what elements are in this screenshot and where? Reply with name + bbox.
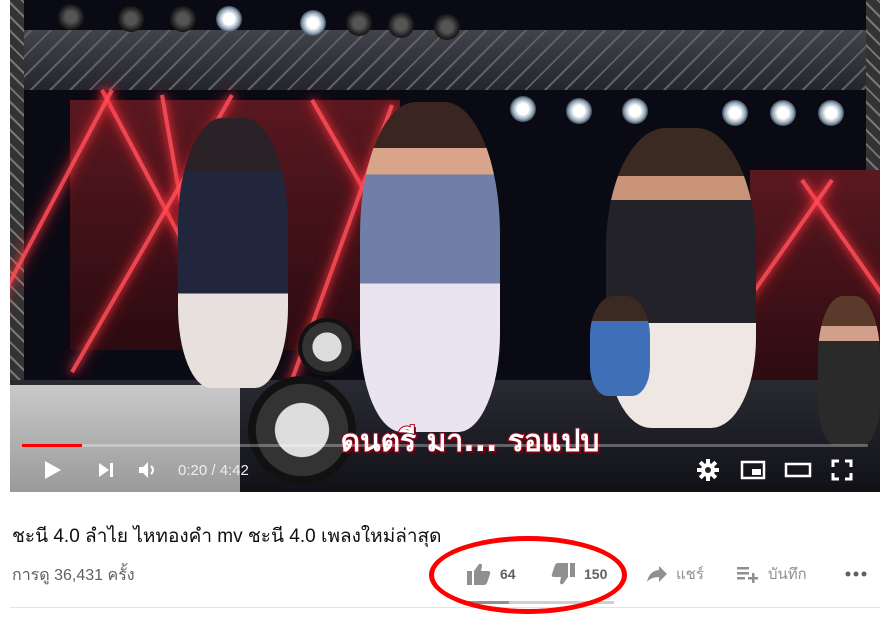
thumbs-down-icon xyxy=(551,563,575,585)
play-button[interactable] xyxy=(40,458,64,482)
mute-button[interactable] xyxy=(136,458,160,482)
share-button[interactable]: แชร์ xyxy=(646,562,704,586)
settings-button[interactable] xyxy=(696,458,720,482)
save-label: บันทึก xyxy=(768,566,807,583)
add-to-playlist-icon xyxy=(737,567,758,583)
theater-icon xyxy=(784,462,812,478)
dislike-button[interactable]: 150 xyxy=(550,562,607,586)
miniplayer-icon xyxy=(740,460,766,480)
play-icon xyxy=(45,461,61,479)
fullscreen-button[interactable] xyxy=(830,458,854,482)
next-button[interactable] xyxy=(94,458,118,482)
like-count: 64 xyxy=(500,566,516,582)
theater-mode-button[interactable] xyxy=(784,458,812,482)
sentiment-bar xyxy=(464,601,614,604)
player-controls: 0:20 / 4:42 xyxy=(10,450,880,492)
thumbs-up-icon xyxy=(467,563,491,585)
video-player[interactable]: ดนตรี มา... รอแปบ 0:20 / 4:42 xyxy=(10,0,880,492)
volume-icon xyxy=(139,462,154,478)
more-horizontal-icon xyxy=(845,571,867,577)
video-title: ชะนี 4.0 ลำไย ไหทองคำ mv ชะนี 4.0 เพลงให… xyxy=(12,526,442,547)
miniplayer-button[interactable] xyxy=(740,458,766,482)
save-button[interactable]: บันทึก xyxy=(736,562,807,586)
time-display: 0:20 / 4:42 xyxy=(178,462,249,479)
sentiment-like-portion xyxy=(464,601,509,604)
view-count: การดู 36,431 ครั้ง xyxy=(12,567,135,584)
divider xyxy=(10,607,880,608)
progress-played xyxy=(22,444,83,447)
dislike-count: 150 xyxy=(584,566,608,582)
fullscreen-icon xyxy=(831,459,853,481)
like-button[interactable]: 64 xyxy=(466,562,516,586)
video-frame: ดนตรี มา... รอแปบ xyxy=(10,0,880,492)
more-actions-button[interactable] xyxy=(844,566,868,582)
share-label: แชร์ xyxy=(676,566,704,583)
progress-bar[interactable] xyxy=(22,444,868,447)
settings-icon xyxy=(697,459,719,481)
share-icon xyxy=(647,566,667,582)
next-icon xyxy=(99,463,113,477)
